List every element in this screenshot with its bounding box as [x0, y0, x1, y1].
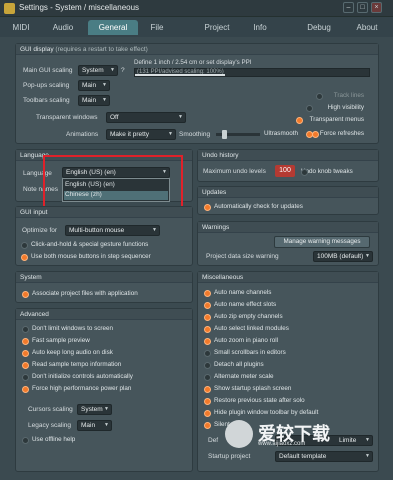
tab-about[interactable]: About: [350, 20, 384, 35]
main-gui-scaling-label: Main GUI scaling: [23, 67, 73, 74]
legacy-scaling-label: Legacy scaling: [28, 422, 71, 429]
adv-option-1[interactable]: Don't limit windows to screen: [22, 325, 182, 334]
gui-input-panel: GUI input Optimize for Multi-button mous…: [15, 206, 193, 266]
animations-label: Animations: [66, 131, 99, 138]
undo-knob-tweaks-toggle[interactable]: Undo knob tweaks: [301, 168, 377, 177]
title-bar: Settings - System / miscellaneous – □ ×: [0, 0, 393, 17]
transparent-windows-select[interactable]: Off ▼: [106, 112, 186, 123]
ppi-slider[interactable]: (131 PPI/advised scaling: 100%): [134, 68, 370, 77]
startup-project-select[interactable]: Default template ▼: [275, 451, 373, 462]
cursors-scaling-select[interactable]: System ▼: [77, 404, 112, 415]
smoothing-handle[interactable]: [222, 130, 227, 139]
tab-general[interactable]: General: [88, 20, 138, 35]
manage-warnings-button[interactable]: Manage warning messages: [274, 236, 370, 248]
updates-header: Updates: [198, 187, 378, 198]
max-undo-label: Maximum undo levels: [203, 168, 266, 175]
system-header: System: [16, 272, 192, 283]
misc-option-7[interactable]: Detach all plugins: [204, 361, 374, 370]
tab-debug[interactable]: Debug: [302, 20, 336, 35]
adv-option-4[interactable]: Read sample tempo information: [22, 361, 182, 370]
max-undo-levels-input[interactable]: 100: [275, 165, 295, 177]
language-option-english[interactable]: English (US) (en): [65, 181, 115, 188]
optimize-for-label: Optimize for: [22, 227, 58, 234]
transparent-windows-label: Transparent windows: [36, 114, 98, 121]
high-visibility-toggle[interactable]: High visibility: [306, 104, 374, 113]
smoothing-slider[interactable]: [216, 130, 260, 139]
tab-file[interactable]: File: [146, 20, 168, 35]
adv-option-2[interactable]: Fast sample preview: [22, 337, 182, 346]
track-lines-toggle[interactable]: Track lines: [316, 92, 374, 101]
gui-input-header: GUI input: [16, 207, 192, 218]
adv-option-5[interactable]: Don't initialize controls automatically: [22, 373, 182, 382]
language-option-chinese[interactable]: Chinese (zh): [64, 191, 168, 200]
tab-project[interactable]: Project: [198, 20, 236, 35]
language-dropdown-list: English (US) (en) Chinese (zh): [62, 178, 170, 202]
adv-option-3[interactable]: Auto keep long audio on disk: [22, 349, 182, 358]
undo-history-header: Undo history: [198, 150, 378, 161]
window-title: Settings - System / miscellaneous: [19, 3, 140, 12]
misc-option-6[interactable]: Small scrollbars in editors: [204, 349, 374, 358]
help-icon[interactable]: ?: [121, 67, 125, 74]
associate-files-toggle[interactable]: Associate project files with application: [22, 290, 182, 299]
misc-option-10[interactable]: Restore previous state after solo: [204, 397, 374, 406]
optimize-for-select[interactable]: Multi-button mouse ▼: [65, 225, 160, 236]
chevron-down-icon: ▼: [110, 67, 115, 73]
offline-help-toggle[interactable]: Use offline help: [22, 436, 182, 445]
miscellaneous-header: Miscellaneous: [198, 272, 378, 283]
force-refreshes-toggle[interactable]: Force refreshes: [306, 130, 374, 139]
data-size-warning-select[interactable]: 100MB (default) ▼: [313, 251, 373, 262]
legacy-scaling-select[interactable]: Main ▼: [77, 420, 112, 431]
advanced-header: Advanced: [16, 309, 192, 320]
advanced-panel: Advanced Don't limit windows to screen F…: [15, 308, 193, 472]
toolbars-scaling-label: Toolbars scaling: [23, 97, 70, 104]
auto-check-updates-toggle[interactable]: Automatically check for updates: [204, 203, 364, 212]
undo-history-panel: Undo history Maximum undo levels 100 Und…: [197, 149, 379, 182]
popups-scaling-select[interactable]: Main ▼: [78, 80, 110, 91]
tab-audio[interactable]: Audio: [48, 20, 78, 35]
click-and-hold-toggle[interactable]: Click-and-hold & special gesture functio…: [21, 241, 181, 250]
misc-option-1[interactable]: Auto name channels: [204, 289, 374, 298]
updates-panel: Updates Automatically check for updates: [197, 186, 379, 215]
gui-display-panel: GUI display (requires a restart to take …: [15, 43, 379, 144]
misc-option-2[interactable]: Auto name effect slots: [204, 301, 374, 310]
watermark-url: www.aijiaoxz.com: [258, 441, 306, 447]
default-label: Def: [208, 437, 219, 444]
minimize-button[interactable]: –: [343, 2, 354, 13]
watermark-logo-icon: [225, 420, 253, 448]
warnings-header: Warnings: [198, 222, 378, 233]
ppi-define-label: Define 1 inch / 2.54 cm or set display's…: [134, 59, 252, 66]
adv-option-6[interactable]: Force high performance power plan: [22, 385, 182, 394]
tab-bar: MIDI Audio General File Project Info Deb…: [0, 17, 393, 37]
gui-display-header: GUI display (requires a restart to take …: [16, 44, 378, 55]
close-button[interactable]: ×: [371, 2, 382, 13]
misc-option-8[interactable]: Alternate meter scale: [204, 373, 374, 382]
language-select[interactable]: English (US) (en) ▼: [62, 167, 170, 178]
warnings-panel: Warnings Manage warning messages Project…: [197, 221, 379, 266]
popups-scaling-label: Pop-ups scaling: [23, 82, 70, 89]
app-icon: [4, 3, 15, 14]
misc-option-9[interactable]: Show startup splash screen: [204, 385, 374, 394]
misc-option-5[interactable]: Auto zoom in piano roll: [204, 337, 374, 346]
misc-option-11[interactable]: Hide plugin window toolbar by default: [204, 409, 374, 418]
maximize-button[interactable]: □: [357, 2, 368, 13]
tab-midi[interactable]: MIDI: [8, 20, 34, 35]
startup-project-label: Startup project: [208, 453, 251, 460]
both-mouse-buttons-toggle[interactable]: Use both mouse buttons in step sequencer: [21, 253, 181, 262]
misc-option-3[interactable]: Auto zip empty channels: [204, 313, 374, 322]
toolbars-scaling-select[interactable]: Main ▼: [78, 95, 110, 106]
data-size-warning-label: Project data size warning: [206, 253, 279, 260]
main-gui-scaling-select[interactable]: System ▼: [78, 65, 118, 76]
transparent-menus-toggle[interactable]: Transparent menus: [296, 116, 374, 125]
misc-option-4[interactable]: Auto select linked modules: [204, 325, 374, 334]
tab-info[interactable]: Info: [248, 20, 272, 35]
smoothing-label: Smoothing: [179, 131, 211, 138]
animations-select[interactable]: Make it pretty ▼: [106, 129, 176, 140]
system-panel: System Associate project files with appl…: [15, 271, 193, 303]
ppi-slider-fill: [135, 74, 225, 76]
cursors-scaling-label: Cursors scaling: [28, 406, 73, 413]
